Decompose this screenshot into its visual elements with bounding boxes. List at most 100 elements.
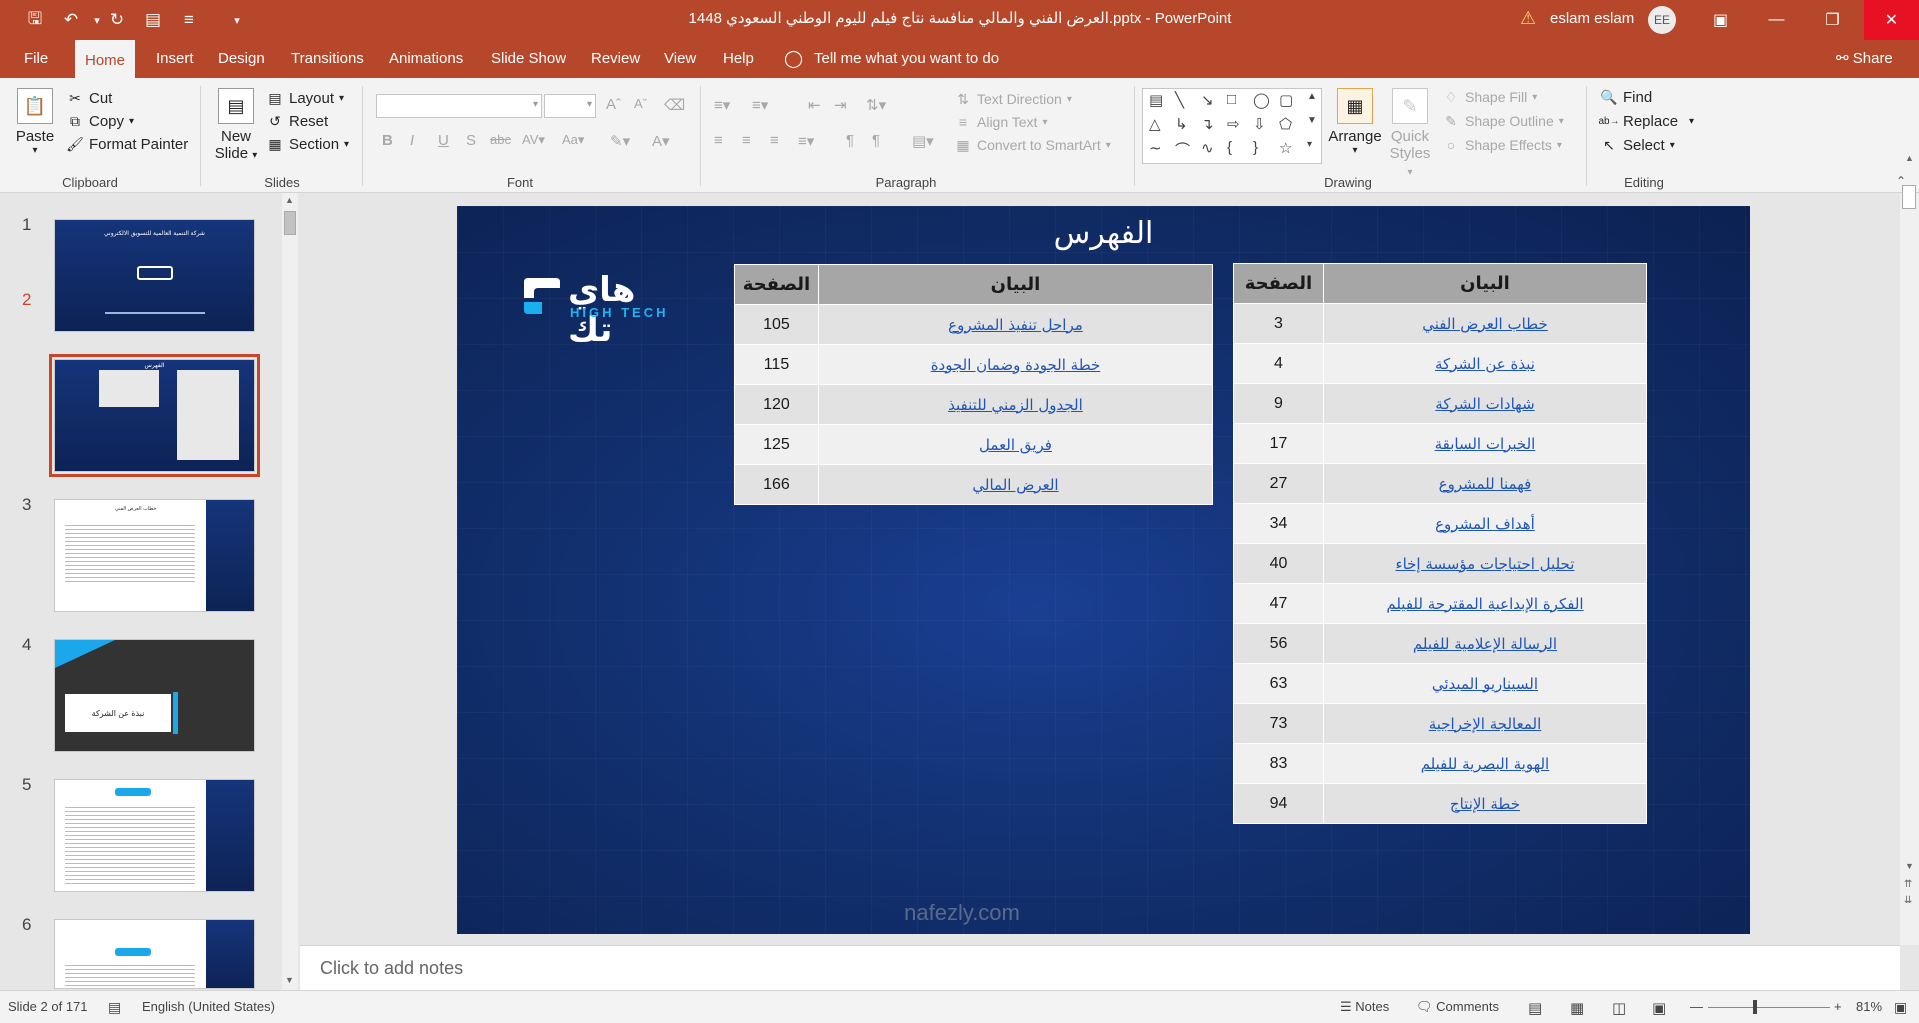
- present-icon[interactable]: ▤: [140, 8, 166, 32]
- slide-thumbnail-3[interactable]: خطاب العرض الفني: [54, 499, 255, 612]
- index-item-link[interactable]: مراحل تنفيذ المشروع: [817, 304, 1214, 345]
- index-item-link[interactable]: خطاب العرض الفني: [1322, 303, 1648, 344]
- index-item-link[interactable]: السيناريو المبدئي: [1322, 663, 1648, 704]
- previous-slide-icon[interactable]: ⇈: [1904, 879, 1912, 890]
- zoom-level[interactable]: 81%: [1856, 999, 1882, 1014]
- paste-button[interactable]: 📋 Paste ▾: [14, 88, 56, 156]
- rectangle-shape-icon[interactable]: □: [1227, 91, 1236, 108]
- slide-thumbnail-6[interactable]: [54, 919, 255, 989]
- index-item-link[interactable]: فريق العمل: [817, 424, 1214, 465]
- tab-animations[interactable]: Animations: [379, 40, 473, 78]
- index-item-link[interactable]: الفكرة الإبداعية المقترحة للفيلم: [1322, 583, 1648, 624]
- index-item-link[interactable]: نبذة عن الشركة: [1322, 343, 1648, 384]
- arrow-line-shape-icon[interactable]: ↘: [1201, 91, 1214, 109]
- find-button[interactable]: 🔍 Find: [1600, 88, 1652, 106]
- index-item-link[interactable]: خطة الجودة وضمان الجودة: [817, 344, 1214, 385]
- shape-outline-button[interactable]: ✎ Shape Outline ▾: [1442, 112, 1564, 130]
- rtl-icon[interactable]: ¶: [872, 132, 880, 149]
- textbox-shape-icon[interactable]: ▤: [1149, 91, 1163, 109]
- convert-smartart-button[interactable]: ▦ Convert to SmartArt ▾: [954, 136, 1110, 154]
- scrollbar-thumb[interactable]: [1902, 185, 1916, 209]
- decrease-indent-icon[interactable]: ⇤: [808, 96, 821, 114]
- copy-button[interactable]: ⧉ Copy ▾: [66, 112, 134, 130]
- slideshow-view-icon[interactable]: ▣: [1652, 999, 1666, 1017]
- index-item-link[interactable]: فهمنا للمشروع: [1322, 463, 1648, 504]
- fit-slide-icon[interactable]: ▣: [1894, 999, 1907, 1016]
- normal-view-icon[interactable]: ▤: [1528, 999, 1542, 1017]
- change-case-icon[interactable]: Aa▾: [562, 132, 584, 148]
- index-item-link[interactable]: شهادات الشركة: [1322, 383, 1648, 424]
- scrollbar-thumb[interactable]: [284, 211, 296, 235]
- char-spacing-icon[interactable]: AV▾: [522, 132, 545, 148]
- new-slide-button[interactable]: ▤ New Slide ▾: [213, 88, 259, 162]
- slide-title[interactable]: الفهرس: [457, 216, 1750, 251]
- zoom-out-icon[interactable]: —: [1690, 999, 1703, 1014]
- tab-design[interactable]: Design: [208, 40, 275, 78]
- slide-thumbnail-4[interactable]: نبذة عن الشركة: [54, 639, 255, 752]
- thumbnails-scrollbar[interactable]: ▲ ▼: [282, 193, 298, 990]
- ltr-icon[interactable]: ¶: [846, 132, 854, 149]
- tab-insert[interactable]: Insert: [146, 40, 204, 78]
- tab-view[interactable]: View: [654, 40, 706, 78]
- bullets-icon[interactable]: ≡: [176, 8, 202, 32]
- arrange-button[interactable]: ▦ Arrange ▾: [1328, 88, 1382, 156]
- gallery-down-icon[interactable]: ▼: [1307, 115, 1317, 126]
- tab-file[interactable]: File: [14, 40, 58, 78]
- rounded-rect-shape-icon[interactable]: ▢: [1279, 91, 1293, 109]
- shadow-icon[interactable]: S: [466, 132, 476, 149]
- tab-home[interactable]: Home: [75, 40, 136, 78]
- tab-slide-show[interactable]: Slide Show: [481, 40, 576, 78]
- index-item-link[interactable]: الرسالة الإعلامية للفيلم: [1322, 623, 1648, 664]
- tab-help[interactable]: Help: [713, 40, 764, 78]
- quick-styles-button[interactable]: ✎ Quick Styles ▾: [1386, 88, 1434, 179]
- italic-icon[interactable]: I: [410, 132, 414, 149]
- increase-indent-icon[interactable]: ⇥: [834, 96, 847, 114]
- align-center-icon[interactable]: ≡: [742, 132, 751, 149]
- save-icon[interactable]: 🖫: [22, 8, 48, 32]
- undo-icon[interactable]: ↶: [58, 8, 84, 32]
- gallery-up-icon[interactable]: ▲: [1307, 91, 1317, 102]
- redo-icon[interactable]: ↻: [104, 8, 130, 32]
- slide-canvas[interactable]: الفهرس هاي تك HIGH TECH البيان الصفحة خط…: [457, 206, 1750, 934]
- font-name-combo[interactable]: ▾: [376, 94, 542, 118]
- shapes-gallery[interactable]: ▤ ╲ ↘ □ ◯ ▢ △ ↳ ↴ ⇨ ⇩ ⬠ ∼ ⌒ ∿ { } ☆ ▲ ▼ …: [1142, 88, 1322, 164]
- layout-button[interactable]: ▤ Layout ▾: [266, 89, 344, 107]
- index-item-link[interactable]: العرض المالي: [817, 464, 1214, 505]
- index-table-right[interactable]: البيان الصفحة خطاب العرض الفني 3 نبذة عن ا…: [1233, 263, 1648, 824]
- bullets-list-icon[interactable]: ≡▾: [714, 96, 730, 114]
- line-shape-icon[interactable]: ╲: [1175, 91, 1184, 109]
- decrease-font-icon[interactable]: Aˇ: [634, 96, 647, 111]
- minimize-icon[interactable]: —: [1749, 0, 1804, 40]
- scroll-up-icon[interactable]: ▲: [1905, 153, 1914, 163]
- tab-transitions[interactable]: Transitions: [281, 40, 374, 78]
- select-button[interactable]: ↖ Select ▾: [1600, 136, 1675, 154]
- right-brace-shape-icon[interactable]: }: [1253, 139, 1258, 156]
- index-item-link[interactable]: الخبرات السابقة: [1322, 423, 1648, 464]
- notes-placeholder[interactable]: Click to add notes: [320, 958, 463, 979]
- numbering-icon[interactable]: ≡▾: [752, 96, 768, 114]
- font-size-combo[interactable]: ▾: [544, 94, 596, 118]
- justify-icon[interactable]: ≡▾: [798, 132, 814, 150]
- highlight-icon[interactable]: ✎▾: [610, 132, 630, 150]
- tab-review[interactable]: Review: [581, 40, 650, 78]
- notes-toggle-button[interactable]: ☰ Notes: [1340, 999, 1389, 1015]
- notes-pane[interactable]: Click to add notes: [300, 945, 1900, 990]
- align-left-icon[interactable]: ≡: [714, 132, 723, 149]
- increase-font-icon[interactable]: Aˆ: [606, 96, 621, 113]
- curve-shape-icon[interactable]: ∿: [1201, 139, 1214, 157]
- index-item-link[interactable]: تحليل احتياجات مؤسسة إخاء: [1322, 543, 1648, 584]
- text-direction-button[interactable]: ⇅ Text Direction ▾: [954, 90, 1072, 108]
- restore-icon[interactable]: ❐: [1805, 0, 1860, 40]
- clear-format-icon[interactable]: ⌫: [664, 96, 685, 114]
- user-name[interactable]: eslam eslam: [1550, 10, 1634, 27]
- customize-qat-icon[interactable]: ▾: [224, 8, 250, 32]
- underline-icon[interactable]: U: [438, 132, 449, 149]
- freeform-shape-icon[interactable]: ∼: [1149, 139, 1162, 157]
- language-indicator[interactable]: English (United States): [142, 999, 275, 1014]
- index-item-link[interactable]: المعالجة الإخراجية: [1322, 703, 1648, 744]
- elbow-connector-icon[interactable]: ↳: [1175, 115, 1188, 133]
- star-shape-icon[interactable]: ☆: [1279, 139, 1292, 157]
- gallery-more-icon[interactable]: ▾: [1307, 139, 1312, 150]
- close-icon[interactable]: ✕: [1864, 0, 1919, 40]
- down-arrow-shape-icon[interactable]: ⇩: [1253, 115, 1266, 133]
